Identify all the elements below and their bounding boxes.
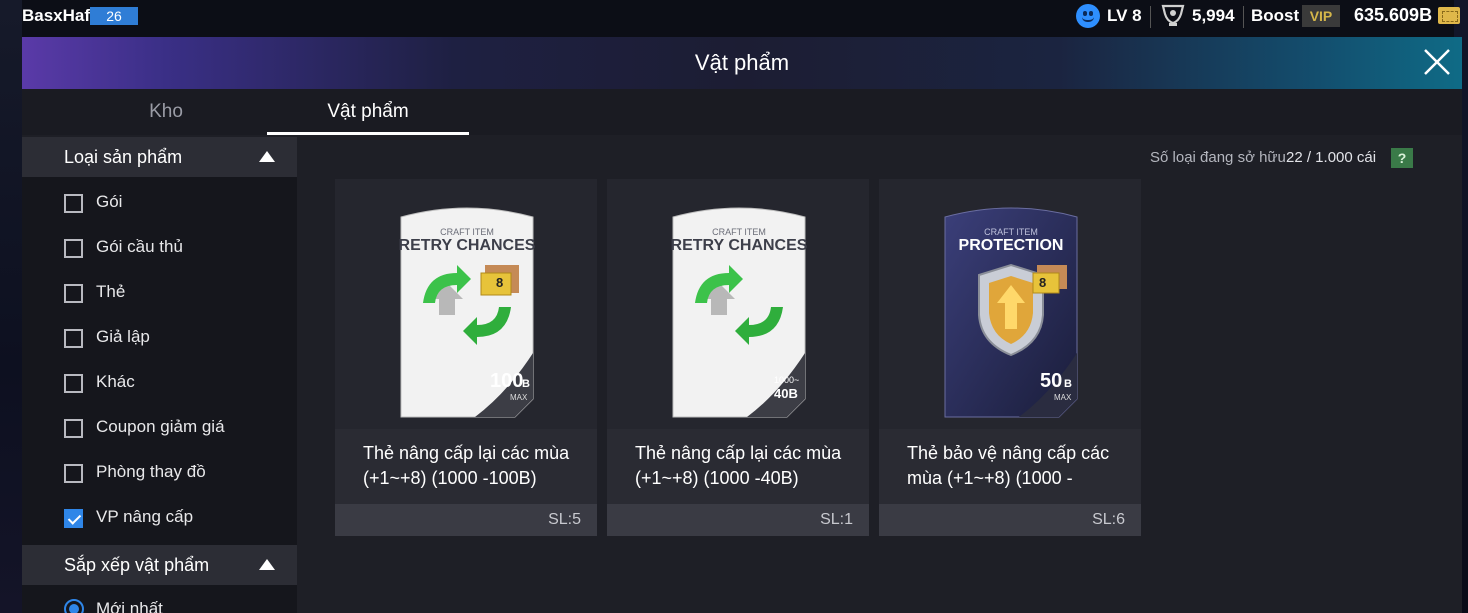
filter-item-gia-lap[interactable]: Giả lập: [64, 324, 294, 354]
sort-header[interactable]: Sắp xếp vật phẩm: [22, 545, 297, 585]
level-badge: 8: [1039, 275, 1047, 290]
price-sub: MAX: [1054, 393, 1072, 402]
craft-item-title: RETRY CHANCES: [670, 237, 808, 254]
background-left: [0, 0, 22, 613]
sort-radio-selected[interactable]: [64, 599, 84, 613]
filter-sidebar: Loại sản phẩm Gói Gói cầu thủ Thẻ Giả lậ…: [22, 137, 297, 613]
filter-label: Gói cầu thủ: [96, 237, 183, 256]
checkbox[interactable]: [64, 419, 83, 438]
owned-count: 22 / 1.000 cái: [1286, 149, 1377, 166]
filter-label: VP nâng cấp: [96, 507, 194, 526]
product-type-title: Loại sản phẩm: [64, 147, 183, 167]
ticket-icon[interactable]: [1438, 7, 1460, 24]
filter-label: Coupon giảm giá: [96, 417, 225, 436]
price-unit: B: [1064, 378, 1072, 390]
filter-item-goi[interactable]: Gói: [64, 189, 294, 219]
item-name: Thẻ bảo vệ nâng cấp các mùa (+1~+8) (100…: [907, 443, 1110, 488]
item-quantity: SL:6: [1092, 511, 1125, 528]
sort-option-label: Mới nhất: [96, 599, 163, 613]
tab-kho[interactable]: Kho: [66, 89, 266, 135]
filter-item-coupon[interactable]: Coupon giảm giá: [64, 414, 294, 444]
price-main: 100: [490, 370, 524, 392]
level-text: LV 8: [1107, 6, 1142, 25]
smiley-icon: [1076, 4, 1100, 28]
owned-label: Số loại đang sở hữu: [1150, 149, 1286, 166]
craft-item-title: RETRY CHANCES: [398, 237, 536, 254]
price-sub: MAX: [510, 393, 528, 402]
product-type-header[interactable]: Loại sản phẩm: [22, 137, 297, 177]
items-dialog: Vật phẩm Kho Vật phẩm Loại sản phẩm Gói …: [22, 37, 1462, 613]
coins-count: 5,994: [1192, 6, 1235, 25]
item-art: CRAFT ITEM PROTECTION 8 50 B MAX: [879, 179, 1141, 429]
dialog-header: Vật phẩm: [22, 37, 1462, 89]
filter-label: Thẻ: [96, 282, 126, 301]
top-status-bar: BasxHaf 26 LV 8 5,994 Boost VIP 635.609B: [0, 0, 1468, 34]
divider: [1243, 6, 1244, 28]
item-quantity-bar: SL:5: [335, 504, 597, 536]
craft-item-label: CRAFT ITEM: [712, 227, 766, 237]
item-quantity-bar: SL:1: [607, 504, 869, 536]
divider: [1150, 6, 1151, 28]
checkbox[interactable]: [64, 464, 83, 483]
item-quantity: SL:5: [548, 511, 581, 528]
item-art: CRAFT ITEM RETRY CHANCES 8 100 B MAX: [335, 179, 597, 429]
filter-label: Phòng thay đồ: [96, 462, 206, 481]
checkbox[interactable]: [64, 329, 83, 348]
filter-label: Gói: [96, 192, 123, 211]
trophy-icon: [1161, 4, 1185, 26]
item-quantity: SL:1: [820, 511, 853, 528]
user-level-badge: 26: [90, 7, 138, 25]
checkbox[interactable]: [64, 239, 83, 258]
item-name: Thẻ nâng cấp lại các mùa (+1~+8) (1000 -…: [363, 443, 570, 488]
filter-item-vp-nang-cap[interactable]: VP nâng cấp: [64, 504, 294, 534]
filter-item-goi-cau-thu[interactable]: Gói cầu thủ: [64, 234, 294, 264]
price-prefix: 1000~: [774, 375, 800, 385]
sort-title: Sắp xếp vật phẩm: [64, 555, 210, 575]
price-main: 50: [1040, 370, 1063, 392]
item-quantity-bar: SL:6: [879, 504, 1141, 536]
item-name: Thẻ nâng cấp lại các mùa (+1~+8) (1000 -…: [635, 443, 842, 488]
item-card[interactable]: CRAFT ITEM PROTECTION 8 50 B MAX Thẻ bảo…: [879, 179, 1141, 536]
vip-badge[interactable]: VIP: [1302, 5, 1340, 27]
filter-label: Giả lập: [96, 327, 150, 346]
checkbox[interactable]: [64, 374, 83, 393]
filter-item-the[interactable]: Thẻ: [64, 279, 294, 309]
username[interactable]: BasxHaf: [22, 6, 90, 26]
price-unit: B: [522, 378, 530, 390]
collapse-triangle-icon[interactable]: [259, 151, 275, 162]
price-main: 40B: [774, 386, 798, 401]
balance-amount: 635.609B: [1354, 5, 1433, 25]
tab-bar: Kho Vật phẩm: [22, 89, 1462, 135]
level-badge: 8: [496, 275, 504, 290]
item-card[interactable]: CRAFT ITEM RETRY CHANCES 8 100 B MAX Thẻ…: [335, 179, 597, 536]
checkbox[interactable]: [64, 194, 83, 213]
filter-item-phong-thay-do[interactable]: Phòng thay đồ: [64, 459, 294, 489]
help-button[interactable]: ?: [1391, 148, 1413, 168]
close-icon[interactable]: [1422, 47, 1452, 77]
craft-item-label: CRAFT ITEM: [984, 227, 1038, 237]
item-card[interactable]: CRAFT ITEM RETRY CHANCES 1000~ 40B Thẻ n…: [607, 179, 869, 536]
filter-label: Khác: [96, 372, 135, 391]
dialog-title: Vật phẩm: [694, 50, 790, 75]
collapse-triangle-icon[interactable]: [259, 559, 275, 570]
filter-item-khac[interactable]: Khác: [64, 369, 294, 399]
checkbox-checked[interactable]: [64, 509, 83, 528]
item-art: CRAFT ITEM RETRY CHANCES 1000~ 40B: [607, 179, 869, 429]
craft-item-label: CRAFT ITEM: [440, 227, 494, 237]
tab-vat-pham[interactable]: Vật phẩm: [267, 89, 469, 135]
boost-label[interactable]: Boost: [1251, 6, 1299, 26]
craft-item-title: PROTECTION: [958, 237, 1064, 254]
checkbox[interactable]: [64, 284, 83, 303]
